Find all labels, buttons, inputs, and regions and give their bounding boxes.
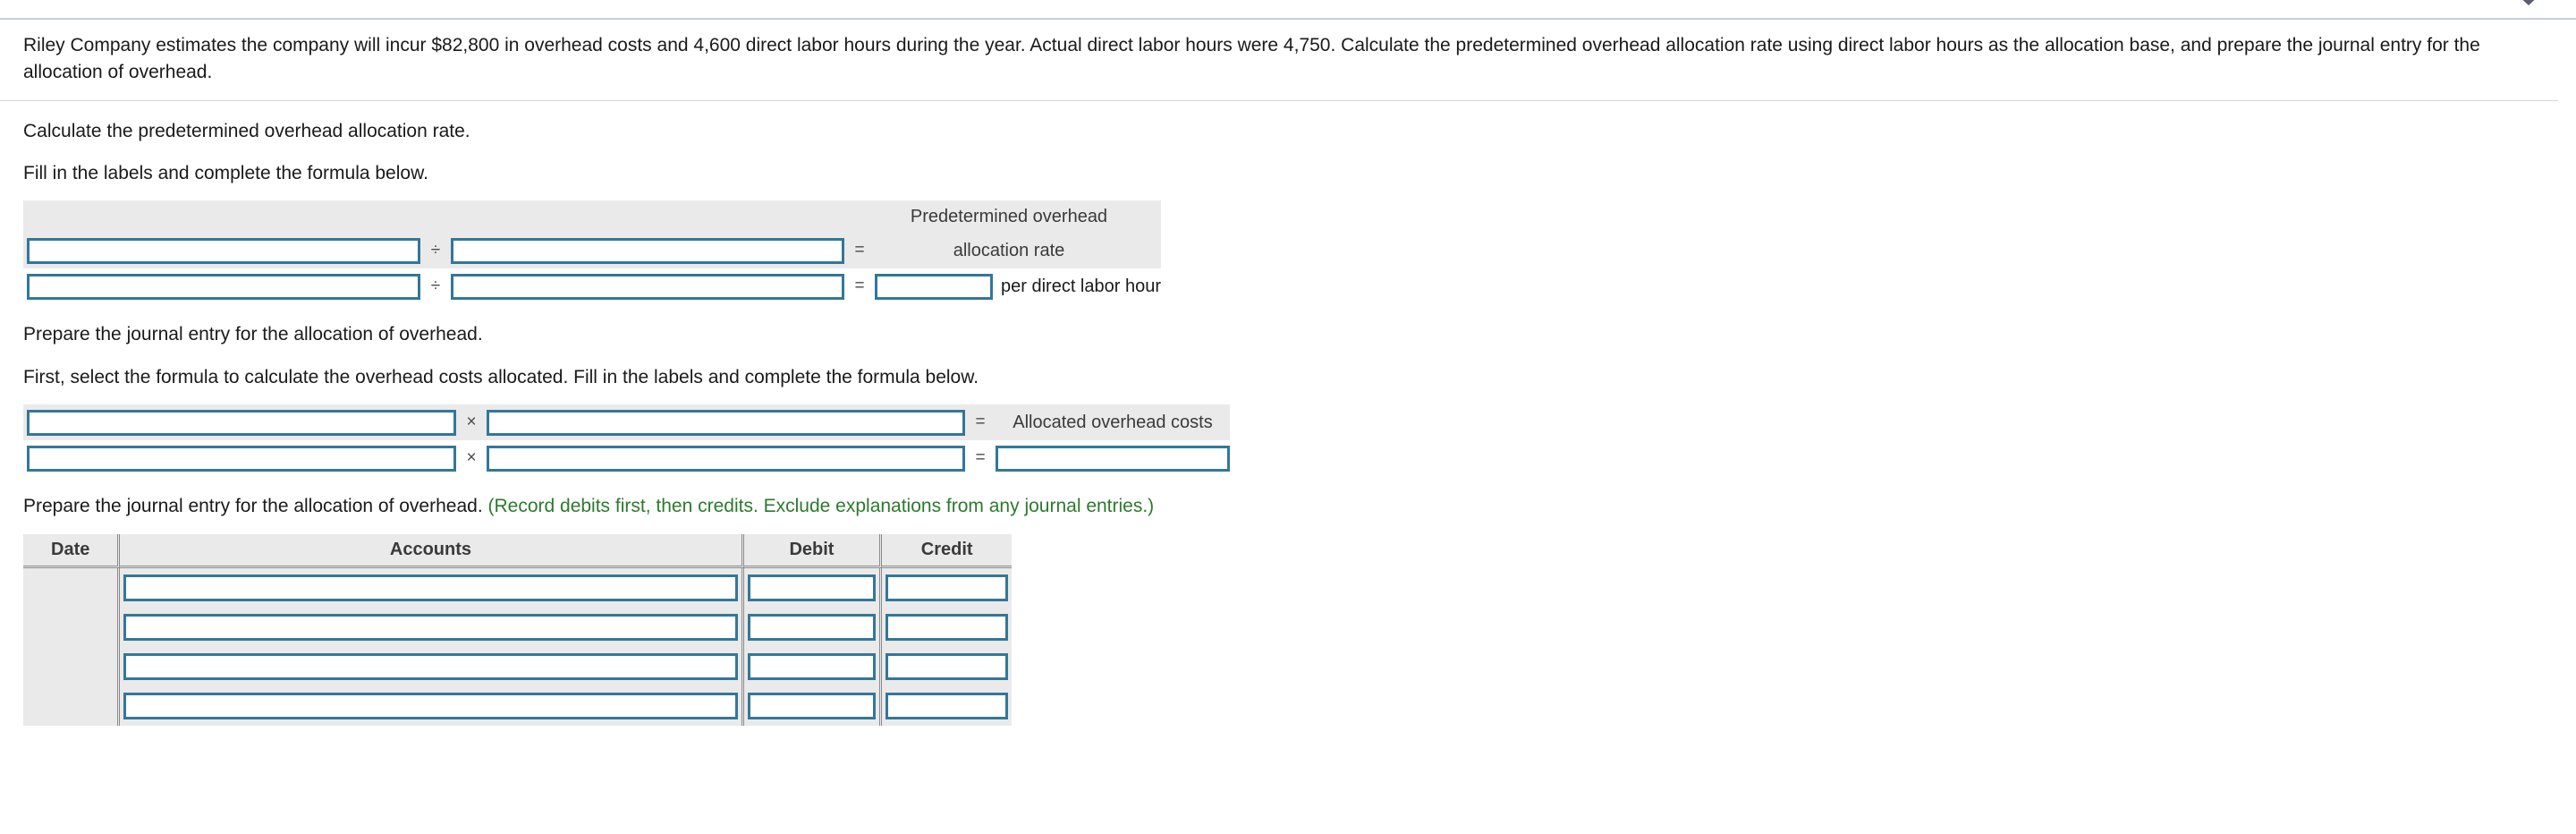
multiply-operator-2: ×: [466, 448, 477, 467]
top-bar: [0, 0, 2576, 20]
equals-sign-1: =: [854, 241, 865, 260]
date-cell[interactable]: [23, 686, 121, 727]
allocated-label-row: × = Allocated overhead costs: [23, 404, 1230, 440]
debit-input[interactable]: [747, 614, 877, 642]
equals-sign-2: =: [854, 277, 865, 296]
date-cell[interactable]: [23, 608, 121, 648]
equals-sign-4: =: [975, 448, 986, 467]
credit-input[interactable]: [886, 574, 1008, 602]
divide-operator-2: ÷: [430, 277, 441, 296]
credit-cell: [882, 608, 1012, 648]
debit-cell: [743, 608, 883, 648]
numerator-label-input[interactable]: [27, 237, 420, 264]
part3-prompt: Prepare the journal entry for the alloca…: [23, 476, 2553, 519]
equals-sign-3: =: [975, 413, 986, 431]
accounts-input[interactable]: [123, 693, 738, 720]
debit-cell: [743, 686, 883, 727]
debit-cell: [743, 568, 883, 608]
column-header-accounts: Accounts: [120, 534, 744, 569]
formula-value-row: ÷ = per direct labor hour: [23, 268, 1161, 304]
table-row: [23, 647, 1012, 687]
allocated-overhead-formula: × = Allocated overhead costs × =: [23, 404, 1230, 476]
accounts-cell: [120, 686, 744, 727]
part3-note: (Record debits first, then credits. Excl…: [487, 496, 1155, 516]
credit-input[interactable]: [886, 653, 1008, 681]
date-cell[interactable]: [23, 647, 121, 687]
table-row: [23, 608, 1012, 648]
collapse-caret-icon[interactable]: [2513, 0, 2544, 11]
credit-input[interactable]: [886, 693, 1008, 720]
table-header-row: Date Accounts Debit Credit: [23, 534, 1012, 569]
table-row: [23, 686, 1012, 727]
question-stem: Riley Company estimates the company will…: [0, 20, 2558, 101]
allocated-overhead-result-input[interactable]: [996, 445, 1230, 472]
column-header-debit: Debit: [743, 534, 883, 569]
accounts-cell: [120, 647, 744, 687]
factor2-label-input[interactable]: [487, 409, 965, 436]
allocated-overhead-label: Allocated overhead costs: [1013, 412, 1213, 432]
part2-instruction: First, select the formula to calculate t…: [23, 366, 979, 387]
accounts-input[interactable]: [123, 653, 738, 681]
result-label-line2: allocation rate: [953, 240, 1065, 260]
numerator-value-input[interactable]: [27, 273, 420, 300]
debit-input[interactable]: [747, 693, 877, 720]
date-cell[interactable]: [23, 568, 121, 608]
part3-prompt-text: Prepare the journal entry for the alloca…: [23, 496, 483, 516]
credit-cell: [882, 647, 1012, 687]
journal-entry-table: Date Accounts Debit Credit: [23, 534, 1012, 727]
credit-input[interactable]: [886, 614, 1008, 642]
accounts-input[interactable]: [123, 574, 738, 602]
factor2-value-input[interactable]: [487, 445, 965, 472]
factor1-value-input[interactable]: [27, 445, 456, 472]
credit-cell: [882, 568, 1012, 608]
divide-operator-1: ÷: [430, 241, 441, 260]
predetermined-rate-formula: Predetermined overhead ÷ = allocation ra…: [23, 200, 1161, 304]
allocated-value-row: × =: [23, 440, 1230, 476]
accounts-cell: [120, 608, 744, 648]
column-header-date: Date: [23, 534, 121, 569]
per-hour-suffix: per direct labor hour: [1001, 276, 1161, 296]
factor1-label-input[interactable]: [27, 409, 456, 436]
credit-cell: [882, 686, 1012, 727]
denominator-value-input[interactable]: [451, 273, 844, 300]
multiply-operator-1: ×: [466, 413, 477, 431]
part1-prompt: Calculate the predetermined overhead all…: [23, 120, 470, 141]
debit-input[interactable]: [747, 653, 877, 681]
part1-instruction: Fill in the labels and complete the form…: [23, 162, 428, 183]
formula-label-row: ÷ = allocation rate: [23, 233, 1161, 269]
accounts-cell: [120, 568, 744, 608]
formula-header-band: Predetermined overhead: [23, 200, 1161, 234]
denominator-label-input[interactable]: [451, 237, 844, 264]
table-row: [23, 568, 1012, 608]
allocation-rate-result-input[interactable]: [875, 273, 993, 300]
part2-prompt: Prepare the journal entry for the alloca…: [23, 324, 483, 345]
result-label-line1: Predetermined overhead: [910, 206, 1108, 226]
debit-cell: [743, 647, 883, 687]
accounts-input[interactable]: [123, 614, 738, 642]
debit-input[interactable]: [747, 574, 877, 602]
column-header-credit: Credit: [882, 534, 1012, 569]
